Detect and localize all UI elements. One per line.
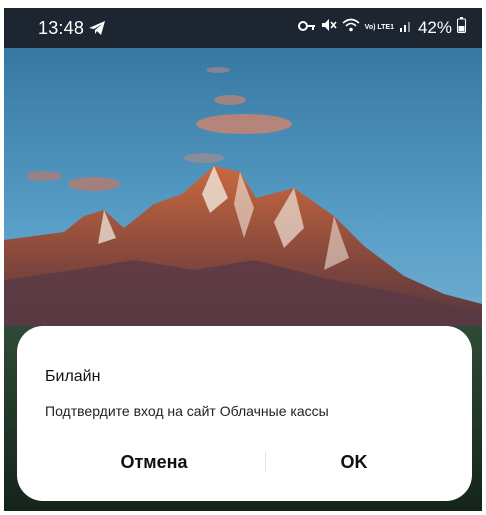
dialog-message: Подтвердите вход на сайт Облачные кассы xyxy=(45,403,329,419)
ok-button[interactable]: OK xyxy=(269,442,439,482)
battery-percent: 42% xyxy=(417,17,452,37)
button-divider xyxy=(265,452,266,472)
dialog-title: Билайн xyxy=(45,368,101,385)
status-bar: 13:48 Vo) LTE1 42% xyxy=(4,8,482,48)
status-time: 13:48 xyxy=(38,18,85,38)
volte-icon: Vo) LTE1 xyxy=(364,24,394,31)
wifi-icon xyxy=(342,18,360,37)
signal-icon xyxy=(399,18,413,37)
cancel-button[interactable]: Отмена xyxy=(69,442,239,482)
battery-icon xyxy=(457,17,466,38)
mute-icon xyxy=(321,18,337,37)
key-icon xyxy=(297,19,316,37)
confirmation-dialog: Билайн Подтвердите вход на сайт Облачные… xyxy=(17,326,472,501)
telegram-icon xyxy=(88,20,106,41)
phone-screen: 13:48 Vo) LTE1 42% Билайн Подтвердите вх… xyxy=(4,8,482,511)
status-icons: Vo) LTE1 42% xyxy=(297,17,466,38)
